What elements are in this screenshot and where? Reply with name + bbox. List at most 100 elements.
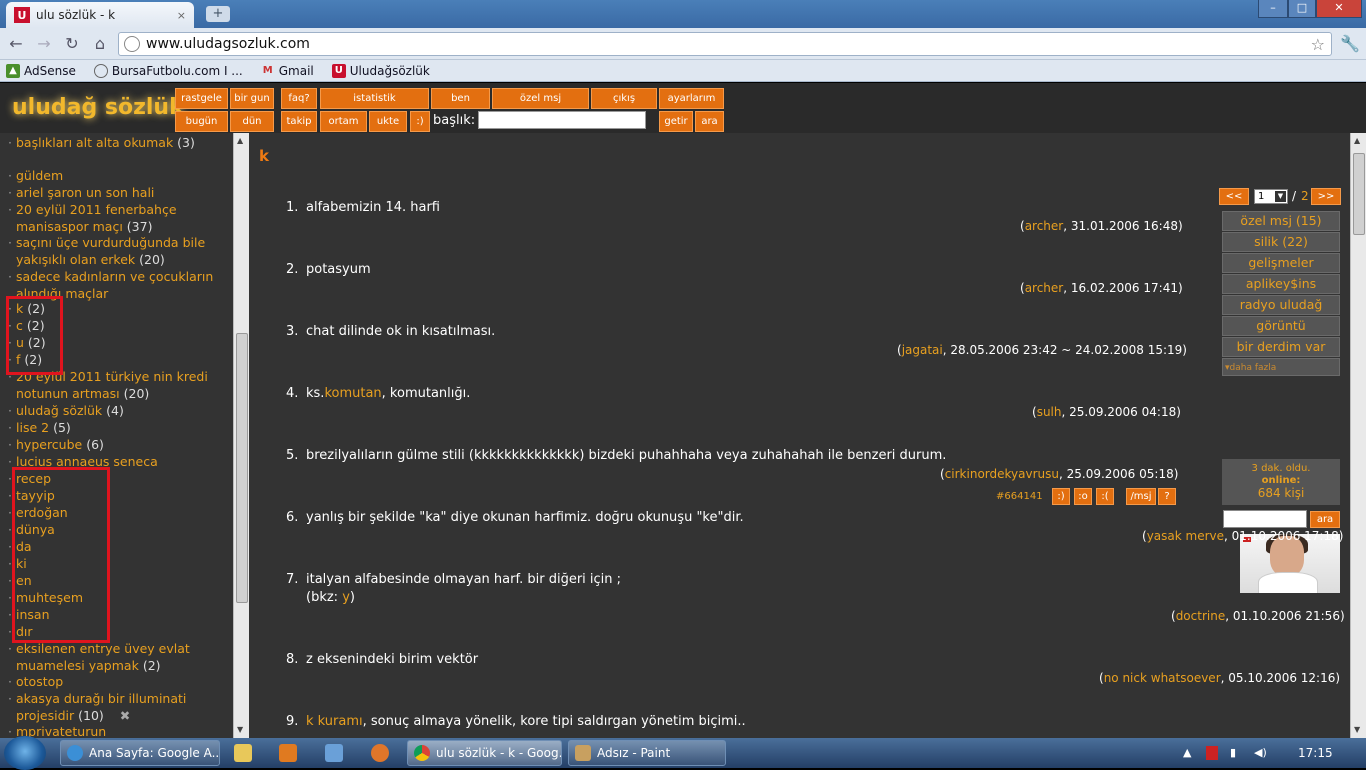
- sidebar-radyo-uludag[interactable]: radyo uludağ: [1222, 295, 1340, 315]
- menu-smiley[interactable]: :): [410, 111, 430, 132]
- scroll-up-icon[interactable]: ▲: [1354, 136, 1360, 145]
- pager-total[interactable]: 2: [1301, 189, 1309, 203]
- sidebar-search-button[interactable]: ara: [1310, 511, 1340, 528]
- author-link[interactable]: archer: [1025, 219, 1064, 233]
- close-icon[interactable]: ✖: [120, 708, 130, 723]
- clock[interactable]: 17:15: [1298, 746, 1333, 760]
- bookmark-bursafutbolu[interactable]: BursaFutbolu.com I ...: [93, 63, 243, 78]
- back-icon[interactable]: ←: [6, 34, 26, 54]
- report-button[interactable]: ?: [1158, 488, 1176, 505]
- sidebar-bir-derdim-var[interactable]: bir derdim var: [1222, 337, 1340, 357]
- menu-ben[interactable]: ben: [431, 88, 490, 109]
- next-page-button[interactable]: >>: [1311, 188, 1341, 205]
- list-item[interactable]: · akasya durağı bir illuminati projesidir…: [8, 691, 218, 724]
- menu-rastgele[interactable]: rastgele: [175, 88, 228, 109]
- media-player-icon[interactable]: [279, 744, 297, 762]
- taskbar-item-ie[interactable]: Ana Sayfa: Google A...: [60, 740, 220, 766]
- list-item[interactable]: · 20 eylül 2011 fenerbahçe manisaspor maç…: [8, 202, 218, 235]
- bkz-link[interactable]: k kuramı: [306, 714, 363, 729]
- site-logo[interactable]: uludağ sözlük: [12, 95, 184, 120]
- vote-sad-button[interactable]: :(: [1096, 488, 1114, 505]
- entry-meta: (archer, 16.02.2006 17:41): [1020, 281, 1183, 295]
- scroll-thumb[interactable]: [1353, 153, 1365, 235]
- main-scrollbar[interactable]: ▲ ▼: [1350, 133, 1366, 738]
- firefox-icon[interactable]: [371, 744, 389, 762]
- scroll-thumb[interactable]: [236, 333, 248, 603]
- author-link[interactable]: cirkinordekyavrusu: [945, 467, 1059, 481]
- author-link[interactable]: yasak merve: [1147, 529, 1224, 543]
- explorer-icon[interactable]: [234, 744, 252, 762]
- list-item[interactable]: · mprivateturun: [8, 724, 218, 738]
- left-scrollbar[interactable]: ▲ ▼: [233, 133, 249, 738]
- reload-icon[interactable]: ↻: [62, 34, 82, 54]
- list-item[interactable]: · başlıkları alt alta okumak (3): [8, 135, 218, 152]
- menu-cikis[interactable]: çıkış: [591, 88, 657, 109]
- menu-istatistik[interactable]: istatistik: [320, 88, 429, 109]
- baslik-search-input[interactable]: [478, 111, 646, 129]
- vote-surprise-button[interactable]: :o: [1074, 488, 1092, 505]
- page-title[interactable]: k: [259, 147, 269, 165]
- vote-smile-button[interactable]: :): [1052, 488, 1070, 505]
- list-item[interactable]: · saçını üçe vurdurduğunda bile yakışıklı…: [8, 235, 218, 268]
- menu-takip[interactable]: takip: [281, 111, 317, 132]
- list-item[interactable]: · güldem: [8, 168, 218, 185]
- menu-ukte[interactable]: ukte: [369, 111, 407, 132]
- close-window-button[interactable]: ✕: [1316, 0, 1362, 18]
- bkz-link[interactable]: komutan: [324, 386, 381, 401]
- sidebar-silik[interactable]: silik (22): [1222, 232, 1340, 252]
- list-item[interactable]: · ariel şaron un son hali: [8, 185, 218, 202]
- list-item[interactable]: · uludağ sözlük (4): [8, 403, 218, 420]
- author-link[interactable]: archer: [1025, 281, 1064, 295]
- menu-ozel-msj[interactable]: özel msj: [492, 88, 589, 109]
- getir-button[interactable]: getir: [659, 111, 693, 132]
- sidebar-aplikeysins[interactable]: aplikey$ins: [1222, 274, 1340, 294]
- author-link[interactable]: no nick whatsoever: [1104, 671, 1221, 685]
- menu-dun[interactable]: dün: [230, 111, 274, 132]
- bookmark-star-icon[interactable]: ☆: [1311, 35, 1325, 54]
- new-tab-button[interactable]: +: [206, 6, 230, 22]
- author-link[interactable]: sulh: [1037, 405, 1062, 419]
- entry-id[interactable]: #664141: [996, 491, 1043, 502]
- address-bar[interactable]: www.uludagsozluk.com ☆: [118, 32, 1332, 56]
- browser-tab[interactable]: U ulu sözlük - k ×: [6, 2, 194, 28]
- menu-bugun[interactable]: bugün: [175, 111, 228, 132]
- tray-expand-icon[interactable]: ▲: [1183, 746, 1191, 759]
- bookmark-gmail[interactable]: M Gmail: [261, 64, 314, 78]
- bookmarks-bar: ▲ AdSense BursaFutbolu.com I ... M Gmail U…: [0, 60, 1366, 82]
- minimize-button[interactable]: –: [1258, 0, 1288, 18]
- menu-ortam[interactable]: ortam: [320, 111, 367, 132]
- start-button[interactable]: [4, 736, 46, 770]
- bkz-link[interactable]: y: [342, 590, 350, 605]
- send-msj-button[interactable]: /msj: [1126, 488, 1156, 505]
- taskbar-item-chrome[interactable]: ulu sözlük - k - Goog...: [407, 740, 562, 766]
- daha-fazla-link[interactable]: ▾daha fazla: [1222, 358, 1340, 376]
- signal-icon[interactable]: ▮: [1230, 746, 1236, 759]
- entry-meta: (yasak merve, 01.10.2006 17:18): [1142, 529, 1344, 543]
- maximize-button[interactable]: □: [1288, 0, 1316, 18]
- wrench-icon[interactable]: 🔧: [1340, 34, 1360, 53]
- home-icon[interactable]: ⌂: [90, 34, 110, 54]
- bookmark-adsense[interactable]: ▲ AdSense: [6, 63, 76, 78]
- address-url[interactable]: www.uludagsozluk.com: [146, 36, 1311, 52]
- scroll-down-icon[interactable]: ▼: [237, 725, 243, 734]
- forward-icon[interactable]: →: [34, 34, 54, 54]
- network-icon[interactable]: [325, 744, 343, 762]
- volume-icon[interactable]: ◀): [1254, 746, 1267, 759]
- list-item[interactable]: · hypercube (6): [8, 437, 218, 454]
- scroll-up-icon[interactable]: ▲: [237, 136, 243, 145]
- list-item[interactable]: · otostop: [8, 674, 218, 691]
- list-item[interactable]: · lise 2 (5): [8, 420, 218, 437]
- entry-meta: (doctrine, 01.10.2006 21:56): [1171, 609, 1345, 623]
- ara-button[interactable]: ara: [695, 111, 724, 132]
- taskbar-item-paint[interactable]: Adsız - Paint: [568, 740, 726, 766]
- author-link[interactable]: doctrine: [1176, 609, 1226, 623]
- bookmark-uludagsozluk[interactable]: U Uludağsözlük: [331, 63, 430, 78]
- menu-bir-gun[interactable]: bir gun: [230, 88, 274, 109]
- tray-app-icon[interactable]: [1206, 746, 1218, 760]
- author-link[interactable]: jagatai: [902, 343, 943, 357]
- tab-close-icon[interactable]: ×: [177, 9, 186, 22]
- menu-faq[interactable]: faq?: [281, 88, 317, 109]
- menu-ayarlarim[interactable]: ayarlarım: [659, 88, 724, 109]
- list-item[interactable]: · eksilenen entrye üvey evlat muamelesi y…: [8, 641, 218, 674]
- scroll-down-icon[interactable]: ▼: [1354, 725, 1360, 734]
